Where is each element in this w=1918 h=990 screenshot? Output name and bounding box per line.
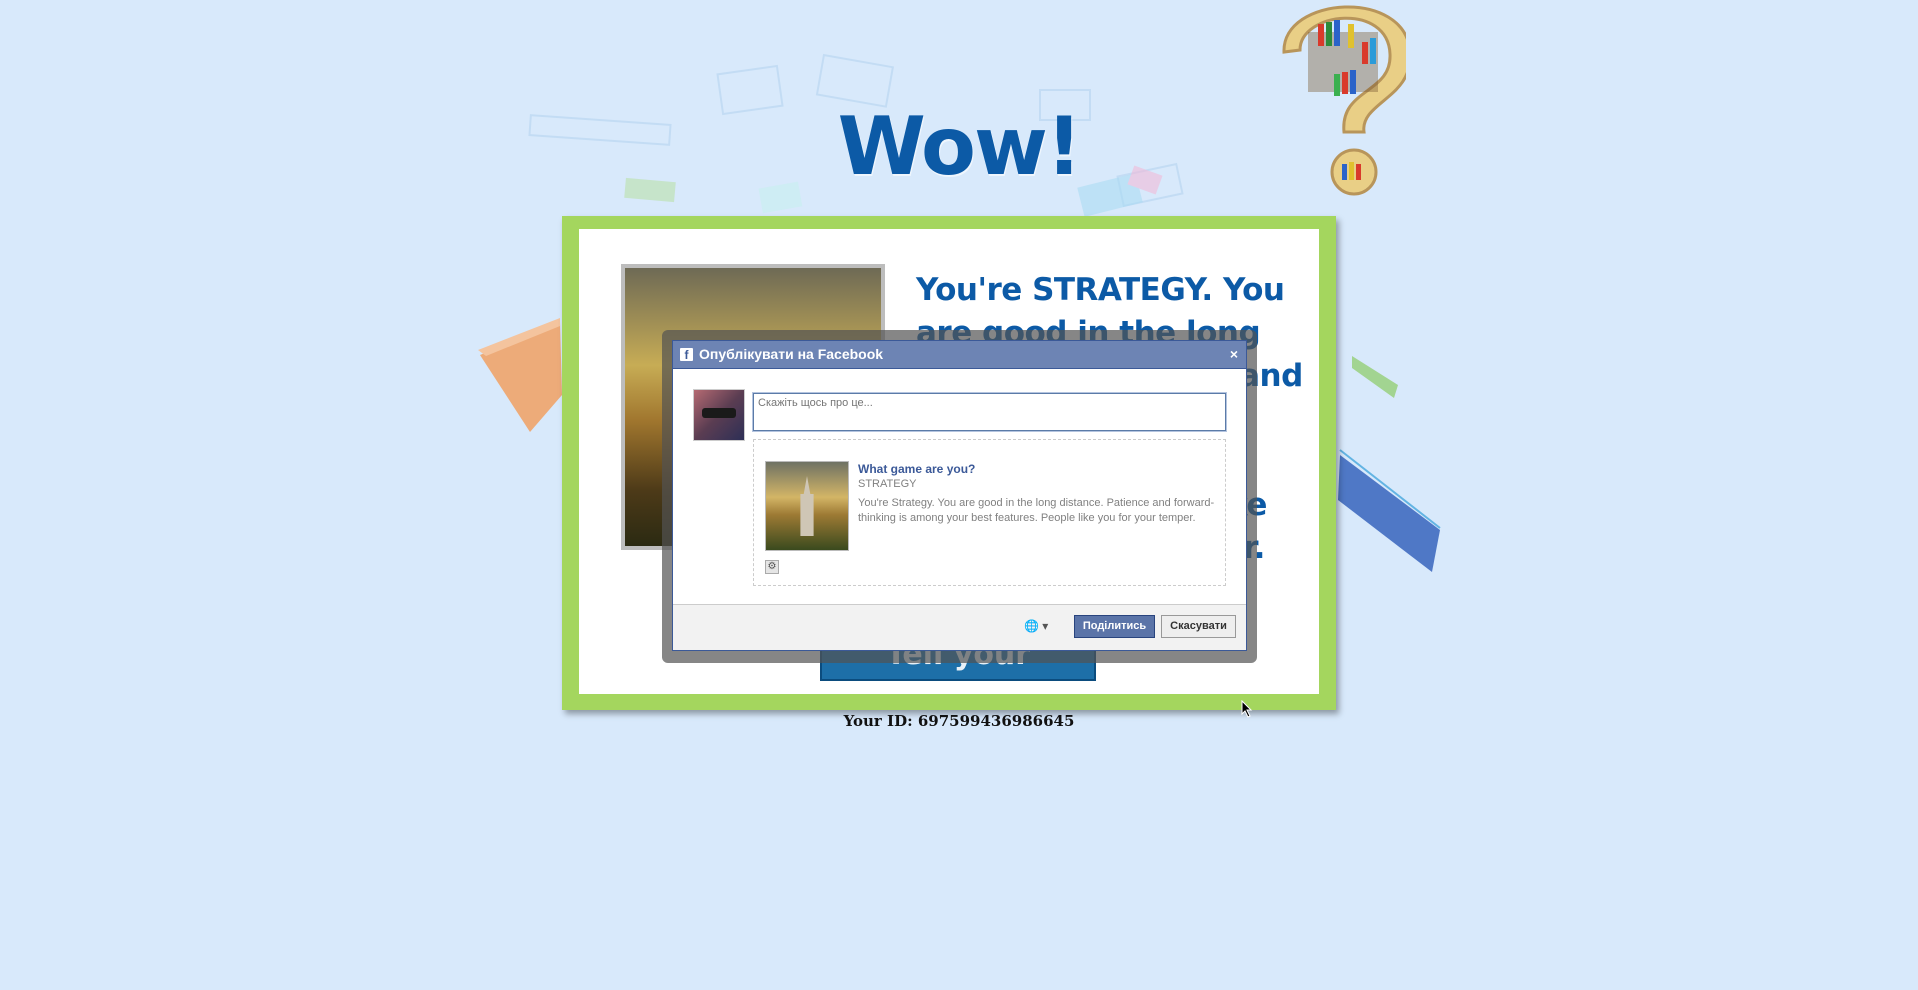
close-icon[interactable]: × <box>1230 341 1238 368</box>
avatar <box>693 389 745 441</box>
user-id-text: Your ID: 697599436986645 <box>843 712 1075 730</box>
dialog-header: f Опублікувати на Facebook × <box>673 341 1246 369</box>
cancel-button[interactable]: Скасувати <box>1161 615 1236 638</box>
facebook-share-dialog: f Опублікувати на Facebook × What game a… <box>672 340 1247 651</box>
preview-description: You're Strategy. You are good in the lon… <box>858 497 1215 524</box>
preview-thumbnail <box>765 461 849 551</box>
preview-title[interactable]: What game are you? <box>858 462 975 476</box>
share-button[interactable]: Поділитись <box>1074 615 1155 638</box>
globe-icon[interactable]: 🌐 ▾ <box>1024 619 1048 633</box>
gear-icon[interactable]: ⚙ <box>765 560 779 574</box>
share-preview: What game are you? STRATEGY You're Strat… <box>753 439 1226 586</box>
facebook-icon: f <box>680 348 693 362</box>
comment-input[interactable] <box>753 393 1226 431</box>
dialog-title: Опублікувати на Facebook <box>699 346 884 362</box>
preview-caption: STRATEGY <box>858 478 917 490</box>
dialog-footer: 🌐 ▾ Поділитись Скасувати <box>673 604 1246 650</box>
page-title: Wow! <box>837 100 1083 193</box>
mouse-cursor-icon <box>1241 700 1253 718</box>
